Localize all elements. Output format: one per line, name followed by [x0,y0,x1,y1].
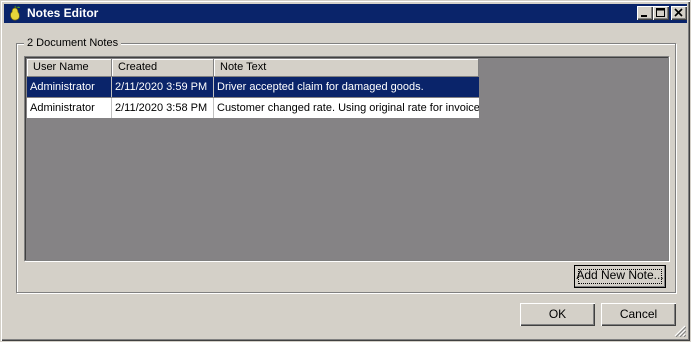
cell-user-name: Administrator [27,77,112,97]
table-row[interactable]: Administrator 2/11/2020 3:58 PM Customer… [27,98,479,118]
cancel-button[interactable]: Cancel [601,303,676,326]
minimize-icon [641,15,647,17]
resize-grip-icon[interactable] [674,325,686,337]
maximize-icon [656,8,665,17]
window-title: Notes Editor [27,6,99,20]
cell-created: 2/11/2020 3:59 PM [112,77,214,97]
cell-created: 2/11/2020 3:58 PM [112,98,214,118]
maximize-button[interactable] [653,6,669,20]
cell-note-text: Driver accepted claim for damaged goods. [217,81,424,93]
cell-user-name: Administrator [27,98,112,118]
ok-button[interactable]: OK [520,303,595,326]
close-button[interactable] [671,6,687,20]
focus-rectangle [578,269,662,284]
table-row[interactable]: Administrator 2/11/2020 3:59 PM Driver a… [27,77,479,97]
notes-editor-window: Notes Editor 2 Document Notes User Name … [0,0,691,342]
cell-note-text: Customer changed rate. Using original ra… [217,102,479,114]
column-header-created[interactable]: Created [112,59,214,77]
title-bar[interactable]: Notes Editor [4,4,687,23]
close-icon [674,8,683,17]
column-header-user-name[interactable]: User Name [27,59,112,77]
column-header-note-text[interactable]: Note Text [214,59,479,77]
pear-app-icon [7,5,23,21]
add-new-note-button[interactable]: Add New Note... [574,265,666,288]
minimize-button[interactable] [637,6,653,20]
group-label: 2 Document Notes [24,37,122,49]
notes-grid[interactable]: User Name Created Note Text Administrato… [24,56,669,261]
column-header-row: User Name Created Note Text [27,59,479,77]
